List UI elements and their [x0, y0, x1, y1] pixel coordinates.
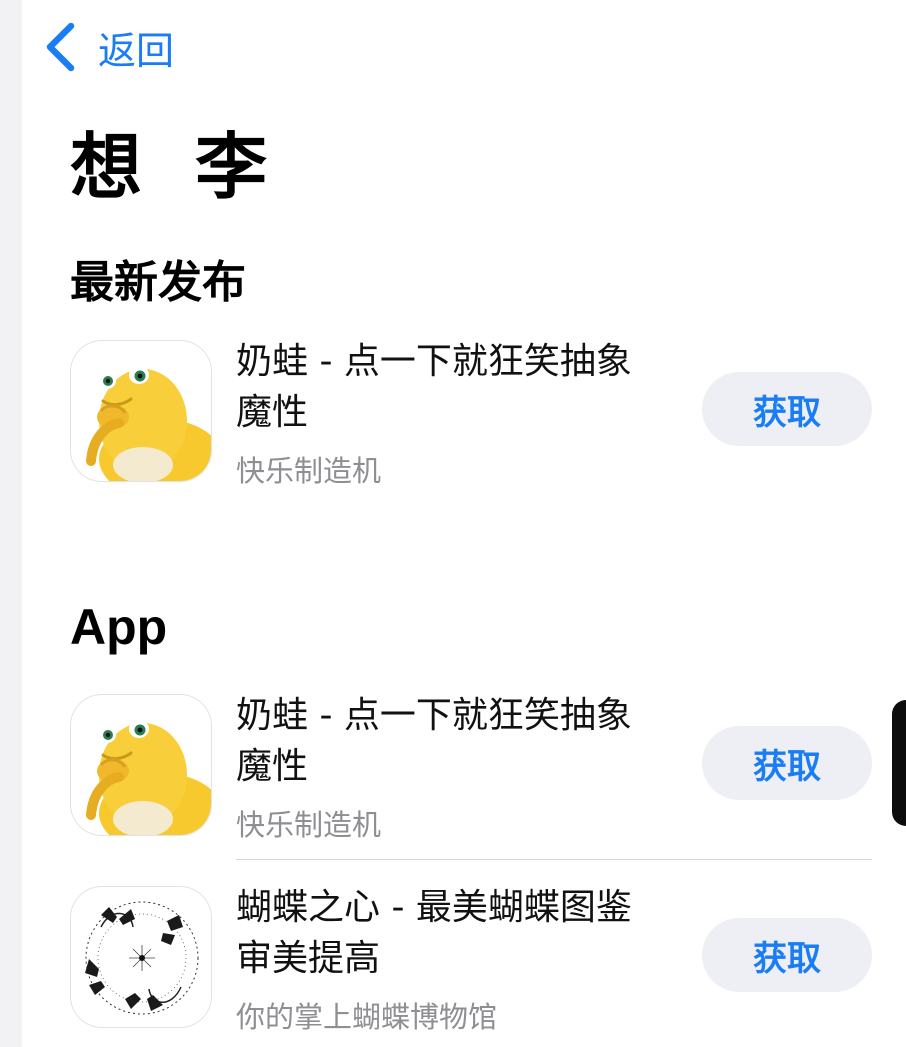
app-store-developer-page: 返回 想 李 最新发布 奶蛙 - 点一下就狂笑抽象魔性 快乐制造机 获取 App… [0, 0, 906, 1047]
app-row-butterfly-heart[interactable]: 蝴蝶之心 - 最美蝴蝶图鉴审美提高 你的掌上蝴蝶博物馆 获取 [70, 886, 872, 1034]
side-handle[interactable] [892, 700, 906, 826]
app-title: 蝴蝶之心 - 最美蝴蝶图鉴审美提高 [236, 887, 632, 979]
back-button[interactable]: 返回 [40, 20, 174, 74]
developer-title: 想 李 [70, 125, 282, 209]
previous-screen-edge [0, 0, 22, 1047]
get-button[interactable]: 获取 [702, 726, 872, 800]
butterfly-mandala-icon[interactable] [70, 886, 212, 1028]
app-row-naiwa-latest[interactable]: 奶蛙 - 点一下就狂笑抽象魔性 快乐制造机 获取 [70, 340, 872, 488]
app-developer: 快乐制造机 [236, 808, 382, 842]
app-title: 奶蛙 - 点一下就狂笑抽象魔性 [236, 341, 632, 433]
get-button[interactable]: 获取 [702, 372, 872, 446]
app-developer: 你的掌上蝴蝶博物馆 [236, 1000, 498, 1034]
row-divider [236, 859, 872, 860]
app-title: 奶蛙 - 点一下就狂笑抽象魔性 [236, 695, 632, 787]
back-label: 返回 [98, 28, 175, 73]
get-button[interactable]: 获取 [702, 918, 872, 992]
section-title-latest-release: 最新发布 [70, 257, 246, 308]
chevron-left-icon [46, 22, 75, 72]
app-row-naiwa[interactable]: 奶蛙 - 点一下就狂笑抽象魔性 快乐制造机 获取 [70, 694, 872, 842]
yellow-frog-icon[interactable] [70, 340, 212, 482]
section-title-app: App [70, 599, 168, 655]
app-developer: 快乐制造机 [236, 454, 382, 488]
yellow-frog-icon[interactable] [70, 694, 212, 836]
